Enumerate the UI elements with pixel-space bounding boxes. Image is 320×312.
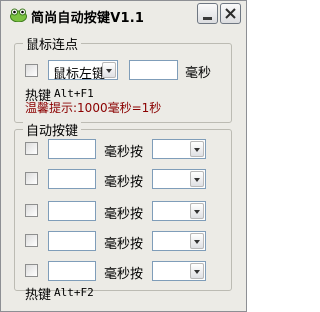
click-interval-unit: 毫秒 [185,66,212,81]
mouse-button-select[interactable]: 鼠标左键 [48,60,118,82]
click-interval-input[interactable] [129,60,178,80]
minimize-button[interactable] [197,3,218,24]
chevron-down-icon[interactable] [190,171,204,187]
key-row-3-checkbox[interactable] [25,204,38,217]
mouse-click-enable-checkbox[interactable] [25,64,38,77]
chevron-down-icon[interactable] [102,62,116,78]
key-row-5-label: 毫秒按 [104,267,144,282]
key-row-2-checkbox[interactable] [25,172,38,185]
mouse-button-selected: 鼠标左键 [53,67,106,82]
key-hotkey-value: Alt+F2 [54,286,94,299]
chevron-down-icon[interactable] [190,203,204,219]
key-row-5-checkbox[interactable] [25,264,38,277]
chevron-down-icon[interactable] [190,233,204,249]
close-button[interactable] [220,3,241,24]
frog-app-icon [10,8,27,23]
key-row-4-checkbox[interactable] [25,234,38,247]
key-row-3-key-select[interactable] [152,201,206,221]
key-row-2-key-select[interactable] [152,169,206,189]
chevron-down-icon[interactable] [190,141,204,157]
key-row-1-checkbox[interactable] [25,142,38,155]
key-hotkey-label: 热键 [25,288,52,303]
key-row-1-label: 毫秒按 [104,145,144,160]
key-row-4-label: 毫秒按 [104,237,144,252]
key-row-4-interval-input[interactable] [48,231,96,251]
key-row-5-interval-input[interactable] [48,261,96,281]
key-row-2-interval-input[interactable] [48,169,96,189]
title-bar[interactable]: 简尚自动按键V1.1 [1,1,246,29]
key-row-2-label: 毫秒按 [104,175,144,190]
key-row-4-key-select[interactable] [152,231,206,251]
key-row-5-key-select[interactable] [152,261,206,281]
key-row-3-interval-input[interactable] [48,201,96,221]
window-title: 简尚自动按键V1.1 [31,11,145,26]
close-icon [225,8,236,19]
key-row-1-key-select[interactable] [152,139,206,159]
mouse-click-group-label: 鼠标连点 [23,34,82,53]
auto-key-group-label: 自动按键 [23,120,82,139]
key-row-1-interval-input[interactable] [48,139,96,159]
app-window: 简尚自动按键V1.1 鼠标连点 鼠标左键 毫秒 热键 Alt+F1 温馨提示:1… [0,0,247,312]
tip-text: 温馨提示:1000毫秒=1秒 [25,101,162,115]
chevron-down-icon[interactable] [190,263,204,279]
key-row-3-label: 毫秒按 [104,207,144,222]
